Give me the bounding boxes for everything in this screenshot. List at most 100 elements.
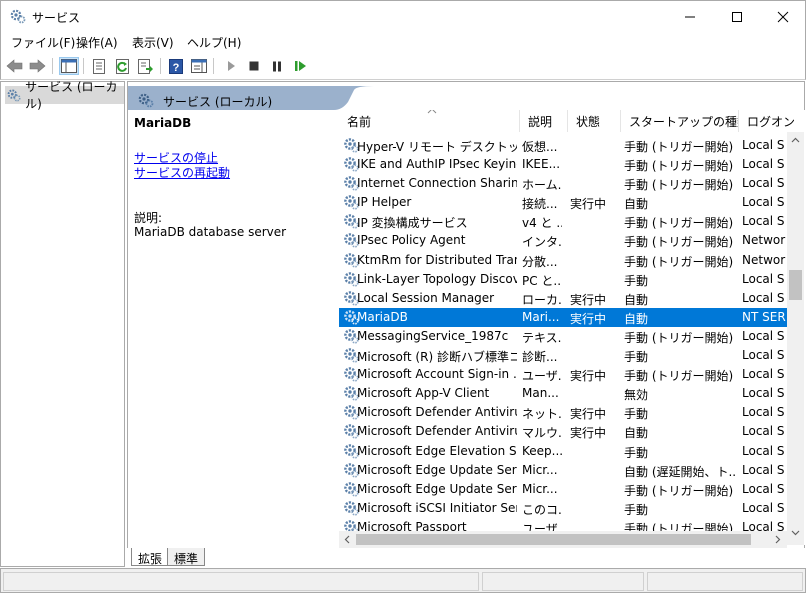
show-action-pane-button[interactable]: [189, 57, 209, 75]
cell-logon: Local S: [742, 214, 785, 229]
scroll-up-arrow-icon[interactable]: [791, 136, 800, 145]
column-header-status[interactable]: 状態: [568, 110, 621, 132]
cell-logon: Local S: [742, 290, 785, 305]
column-header-name[interactable]: 名前: [339, 110, 520, 132]
column-header-logon[interactable]: ログオン: [739, 110, 799, 132]
services-app-icon: [10, 9, 26, 24]
table-row[interactable]: Microsoft Account Sign-in ... ユーザ... 実行中 手動…: [339, 365, 787, 384]
cell-logon: Local S: [742, 157, 785, 172]
cell-description: ローカ...: [522, 292, 562, 307]
table-row[interactable]: IPsec Policy Agent インタ... 手動 (トリガー開始) Netwo…: [339, 231, 787, 250]
rows-container: Hyper-V リモート デスクトップ仮...仮想...手動 (トリガー開始)L…: [339, 136, 787, 537]
restart-service-link[interactable]: サービスの再起動: [134, 164, 230, 181]
start-service-icon: [228, 61, 235, 71]
export-list-icon: [138, 58, 153, 74]
cell-description: ホーム...: [522, 178, 562, 193]
cell-logon: Local S: [742, 500, 785, 515]
help-button[interactable]: ?: [166, 57, 186, 75]
table-row[interactable]: Microsoft Defender Antiviru... ネット... 実行中 手…: [339, 403, 787, 422]
close-icon: [777, 11, 789, 22]
table-row[interactable]: MariaDB Mari... 実行中 自動 NT SER: [339, 307, 787, 327]
start-service-button[interactable]: [221, 57, 241, 75]
table-row[interactable]: MessagingService_1987c テキス... 手動 (トリガー開始) L…: [339, 327, 787, 346]
export-list-button[interactable]: [136, 57, 156, 75]
close-button[interactable]: [760, 1, 806, 32]
tree-item-label: サービス (ローカル): [25, 80, 118, 111]
show-action-pane-icon: [191, 59, 207, 73]
column-header-label: スタートアップの種類: [629, 114, 739, 129]
cell-description: ネット...: [522, 407, 562, 422]
cell-description: Micr...: [522, 481, 558, 496]
cell-name: Microsoft Account Sign-in ...: [357, 367, 517, 382]
cell-logon: NT SER: [742, 309, 786, 324]
scroll-right-arrow-icon[interactable]: [773, 535, 782, 544]
properties-button[interactable]: [89, 57, 109, 75]
cell-logon: Local S: [742, 462, 785, 477]
maximize-button[interactable]: [714, 1, 760, 32]
cell-description: Keep...: [522, 443, 562, 458]
table-row[interactable]: IKE and AuthIP IPsec Keying... IKEE... 手動 …: [339, 155, 787, 174]
cell-description: ユーザ...: [522, 369, 562, 384]
cell-startup-type: 手動: [624, 445, 649, 460]
table-row[interactable]: Hyper-V リモート デスクトップ仮... 仮想... 手動 (トリガー開始) L…: [339, 136, 787, 155]
table-row[interactable]: Microsoft Edge Update Serv... Micr... 自動 (…: [339, 461, 787, 480]
services-gear-icon: [138, 93, 154, 108]
cell-name: Microsoft Edge Elevation Se...: [357, 443, 517, 458]
tree-item-services-local[interactable]: サービス (ローカル): [5, 80, 124, 111]
table-row[interactable]: IP Helper 接続... 実行中 自動 Local S: [339, 193, 787, 212]
cell-name: Local Session Manager: [357, 290, 495, 305]
column-header-startup-type[interactable]: スタートアップの種類: [621, 110, 739, 132]
scroll-down-arrow-icon[interactable]: [791, 528, 800, 537]
table-row[interactable]: IP 変換構成サービス v4 と ... 手動 (トリガー開始) Local S: [339, 212, 787, 231]
table-row[interactable]: Microsoft iSCSI Initiator Ser... このコ... 手動…: [339, 499, 787, 518]
back-button[interactable]: [5, 57, 25, 75]
tab-extended[interactable]: 拡張: [131, 548, 170, 566]
horizontal-scrollbar[interactable]: [339, 531, 787, 548]
scroll-left-arrow-icon[interactable]: [343, 535, 352, 544]
cell-description: 分散...: [522, 254, 558, 269]
table-row[interactable]: Local Session Manager ローカ... 実行中 自動 Local S: [339, 289, 787, 308]
cell-logon: Local S: [742, 328, 785, 343]
vertical-scroll-thumb[interactable]: [789, 270, 802, 300]
cell-description: 接続...: [522, 197, 558, 212]
table-row[interactable]: Internet Connection Sharin... ホーム... 手動 (ト…: [339, 174, 787, 193]
cell-name: IPsec Policy Agent: [357, 233, 466, 248]
toolbar: ?: [0, 53, 806, 80]
menu-action[interactable]: 操作(A): [76, 34, 118, 51]
table-row[interactable]: Microsoft (R) 診断ハブ標準コ... 診断... 手動 Local S: [339, 346, 787, 365]
resume-service-icon: [294, 61, 306, 71]
menu-view[interactable]: 表示(V): [132, 34, 174, 51]
table-row[interactable]: Microsoft Edge Elevation Se... Keep... 手動 L…: [339, 442, 787, 461]
title-bar: サービス: [0, 0, 806, 31]
menu-file[interactable]: ファイル(F): [11, 34, 75, 51]
cell-status: 実行中: [570, 197, 607, 212]
refresh-button[interactable]: [113, 57, 133, 75]
menu-help[interactable]: ヘルプ(H): [187, 34, 241, 51]
table-row[interactable]: Link-Layer Topology Discov... PC と... 手動 Lo…: [339, 270, 787, 289]
stop-service-button[interactable]: [244, 57, 264, 75]
table-row[interactable]: Microsoft Edge Update Serv... Micr... 手動 (…: [339, 480, 787, 499]
table-row[interactable]: Microsoft App-V Client Man... 無効 Local S: [339, 384, 787, 403]
list-header: 名前 説明 状態 スタートアップの種類 ログオン: [339, 110, 799, 132]
column-header-description[interactable]: 説明: [520, 110, 568, 132]
cell-name: IKE and AuthIP IPsec Keying...: [357, 157, 517, 172]
resume-service-button[interactable]: [290, 57, 310, 75]
properties-icon: [93, 58, 105, 74]
cell-name: Hyper-V リモート デスクトップ仮...: [357, 140, 517, 154]
cell-description: 診断...: [522, 350, 558, 365]
main-header-title: サービス (ローカル): [163, 95, 273, 109]
vertical-scrollbar[interactable]: [787, 132, 804, 545]
forward-button[interactable]: [27, 57, 47, 75]
table-row[interactable]: KtmRm for Distributed Trans... 分散... 手動 (ト…: [339, 251, 787, 270]
table-row[interactable]: Microsoft Defender Antiviru... マルウ... 実行中 自…: [339, 422, 787, 441]
show-hide-tree-button[interactable]: [59, 57, 79, 75]
column-header-label: 名前: [347, 114, 372, 129]
horizontal-scroll-thumb[interactable]: [356, 534, 751, 545]
cell-startup-type: 手動 (トリガー開始): [624, 369, 734, 384]
services-list: 名前 説明 状態 スタートアップの種類 ログオン Hyper-V リモート デス…: [339, 110, 805, 545]
tab-standard[interactable]: 標準: [167, 548, 206, 566]
minimize-button[interactable]: [667, 1, 713, 32]
description-text: MariaDB database server: [134, 225, 287, 239]
description-label: 説明:: [134, 211, 163, 225]
pause-service-button[interactable]: [267, 57, 287, 75]
